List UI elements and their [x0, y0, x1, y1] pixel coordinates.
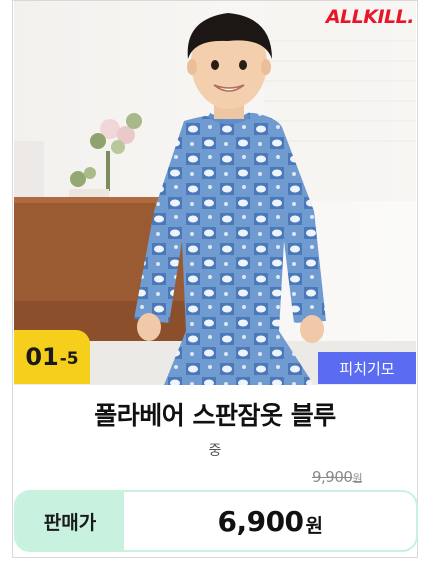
age-range-badge: 01 -5 [14, 330, 90, 384]
original-price: 9,900원 [312, 468, 363, 486]
fabric-badge: 피치기모 [318, 352, 416, 384]
sale-price-value: 6,900 원 [124, 492, 416, 550]
original-price-unit: 원 [352, 472, 363, 485]
product-image[interactable] [14, 1, 416, 385]
sale-price-label: 판매가 [16, 492, 124, 550]
product-title[interactable]: 폴라베어 스판잠옷 블루 [14, 396, 416, 432]
age-range-end: -5 [59, 349, 79, 369]
sale-price-box: 판매가 6,900 원 [14, 490, 418, 552]
sale-price-unit: 원 [305, 514, 323, 537]
product-size: 중 [208, 443, 222, 459]
original-price-amount: 9,900 [312, 468, 353, 486]
brand-logo: ALLKILL. [325, 6, 415, 28]
age-range-start: 01 [25, 343, 59, 371]
sale-price-amount: 6,900 [217, 504, 304, 538]
